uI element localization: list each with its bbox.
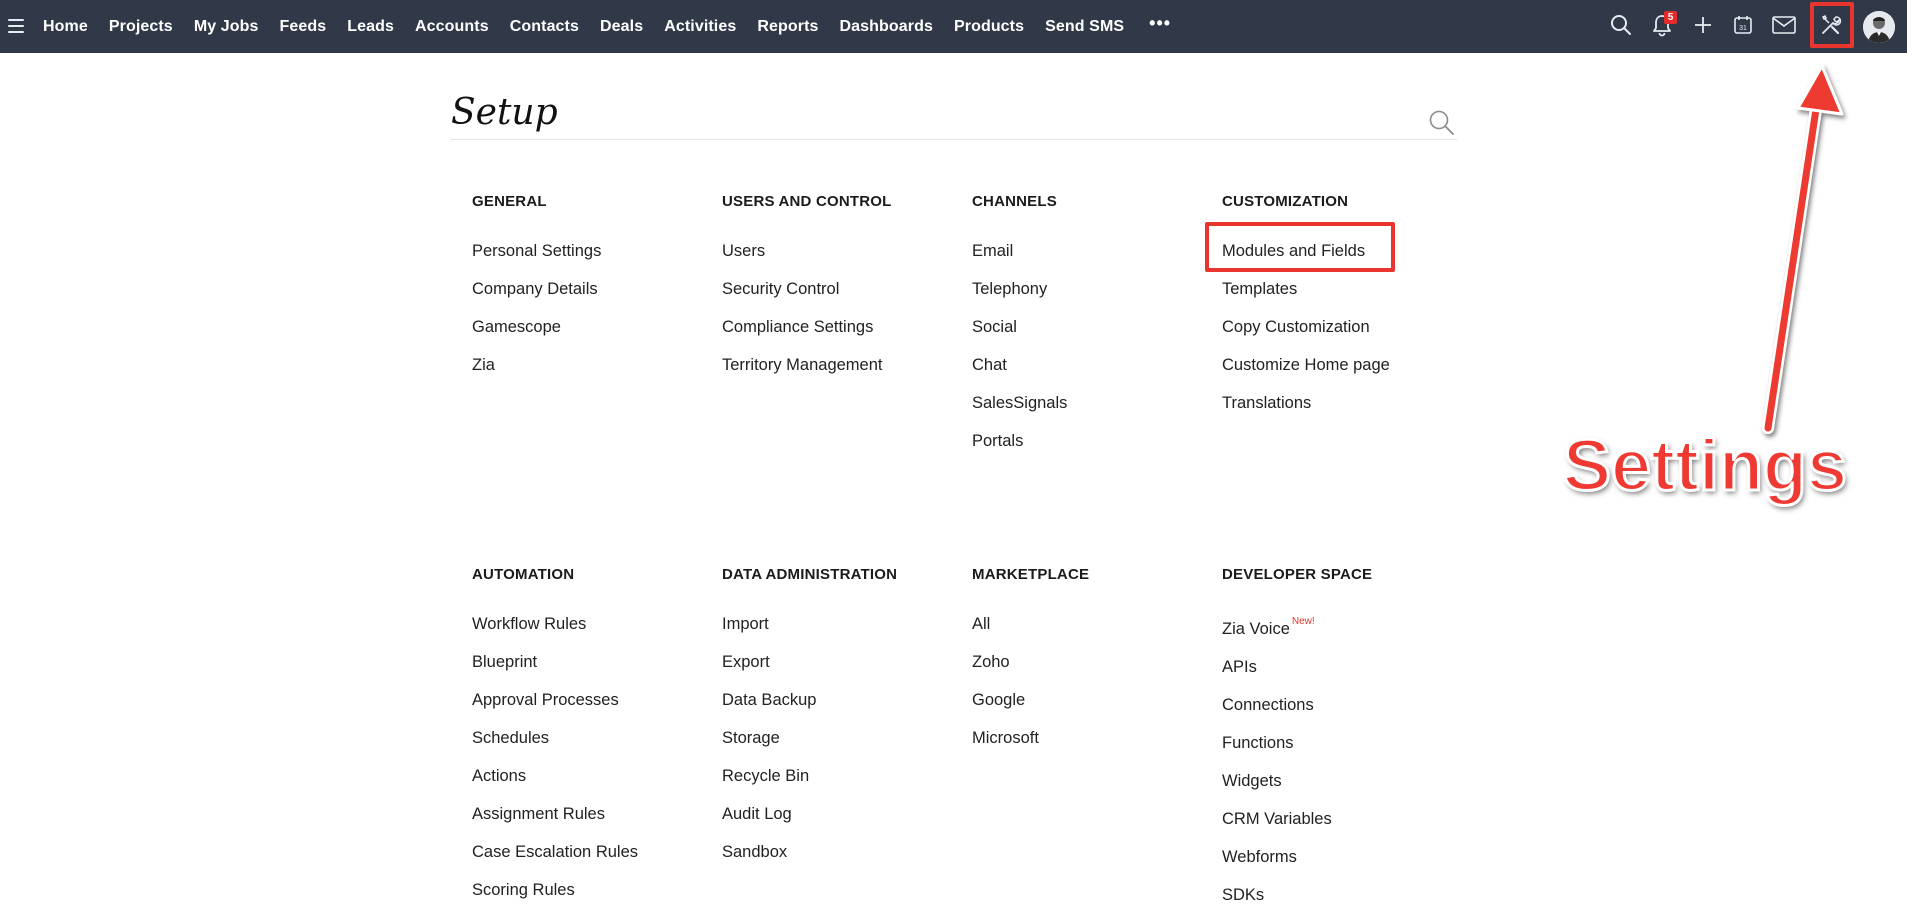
link-personal-settings[interactable]: Personal Settings — [472, 240, 601, 278]
section-heading: USERS AND CONTROL — [722, 193, 892, 210]
section-general: GENERAL Personal Settings Company Detail… — [472, 192, 601, 392]
link-apis[interactable]: APIs — [1222, 656, 1372, 694]
link-sandbox[interactable]: Sandbox — [722, 841, 897, 879]
nav-item-deals[interactable]: Deals — [600, 18, 643, 36]
mail-icon[interactable] — [1768, 9, 1800, 41]
setup-search-icon[interactable] — [1428, 109, 1456, 137]
link-crm-variables[interactable]: CRM Variables — [1222, 808, 1372, 846]
nav-item-home[interactable]: Home — [43, 18, 88, 36]
link-workflow-rules[interactable]: Workflow Rules — [472, 613, 638, 651]
section-heading: DEVELOPER SPACE — [1222, 566, 1373, 583]
search-icon[interactable] — [1605, 9, 1637, 41]
link-portals[interactable]: Portals — [972, 430, 1067, 468]
top-navigation-bar: Home Projects My Jobs Feeds Leads Accoun… — [0, 0, 1907, 53]
link-zoho[interactable]: Zoho — [972, 651, 1089, 689]
link-export[interactable]: Export — [722, 651, 897, 689]
section-marketplace: MARKETPLACE All Zoho Google Microsoft — [972, 565, 1089, 765]
link-copy-customization[interactable]: Copy Customization — [1222, 316, 1390, 354]
nav-item-products[interactable]: Products — [954, 18, 1024, 36]
link-telephony[interactable]: Telephony — [972, 278, 1067, 316]
settings-annotation-label: Settings — [1561, 425, 1848, 508]
link-sdks[interactable]: SDKs — [1222, 884, 1372, 911]
link-security-control[interactable]: Security Control — [722, 278, 892, 316]
link-email[interactable]: Email — [972, 240, 1067, 278]
section-heading: AUTOMATION — [472, 566, 575, 583]
main-nav: Home Projects My Jobs Feeds Leads Accoun… — [43, 0, 1171, 53]
nav-item-my-jobs[interactable]: My Jobs — [194, 18, 259, 36]
link-import[interactable]: Import — [722, 613, 897, 651]
settings-icon[interactable] — [1815, 9, 1847, 41]
link-users[interactable]: Users — [722, 240, 892, 278]
section-data-administration: DATA ADMINISTRATION Import Export Data B… — [722, 565, 897, 879]
link-connections[interactable]: Connections — [1222, 694, 1372, 732]
link-microsoft[interactable]: Microsoft — [972, 727, 1089, 765]
section-heading: MARKETPLACE — [972, 566, 1090, 583]
link-company-details[interactable]: Company Details — [472, 278, 601, 316]
link-zia-voice[interactable]: Zia Voice New! — [1222, 613, 1372, 656]
nav-item-projects[interactable]: Projects — [109, 18, 173, 36]
link-widgets[interactable]: Widgets — [1222, 770, 1372, 808]
calendar-day: 31 — [1739, 25, 1747, 32]
avatar[interactable] — [1863, 11, 1895, 43]
link-territory-management[interactable]: Territory Management — [722, 354, 892, 392]
link-data-backup[interactable]: Data Backup — [722, 689, 897, 727]
nav-item-contacts[interactable]: Contacts — [510, 18, 579, 36]
more-menu-icon[interactable]: ••• — [1149, 13, 1171, 34]
section-developer-space: DEVELOPER SPACE Zia Voice New! APIs Conne… — [1222, 565, 1372, 911]
section-customization: CUSTOMIZATION Modules and Fields Templat… — [1222, 192, 1390, 430]
section-heading: CHANNELS — [972, 193, 1057, 210]
section-heading: CUSTOMIZATION — [1222, 193, 1349, 210]
link-case-escalation-rules[interactable]: Case Escalation Rules — [472, 841, 638, 879]
link-approval-processes[interactable]: Approval Processes — [472, 689, 638, 727]
link-modules-and-fields[interactable]: Modules and Fields — [1222, 240, 1390, 278]
section-channels: CHANNELS Email Telephony Social Chat Sal… — [972, 192, 1067, 468]
link-customize-home-page[interactable]: Customize Home page — [1222, 354, 1390, 392]
nav-item-reports[interactable]: Reports — [757, 18, 818, 36]
link-actions[interactable]: Actions — [472, 765, 638, 803]
section-users-and-control: USERS AND CONTROL Users Security Control… — [722, 192, 892, 392]
hamburger-menu-icon[interactable] — [8, 15, 24, 37]
link-functions[interactable]: Functions — [1222, 732, 1372, 770]
nav-item-feeds[interactable]: Feeds — [280, 18, 327, 36]
nav-item-leads[interactable]: Leads — [347, 18, 394, 36]
nav-item-accounts[interactable]: Accounts — [415, 18, 489, 36]
link-social[interactable]: Social — [972, 316, 1067, 354]
notification-count-badge: 5 — [1664, 11, 1677, 24]
nav-item-send-sms[interactable]: Send SMS — [1045, 18, 1124, 36]
bell-icon[interactable]: 5 — [1646, 9, 1678, 41]
title-divider — [451, 139, 1457, 140]
section-heading: DATA ADMINISTRATION — [722, 566, 898, 583]
link-label: Zia Voice — [1222, 620, 1290, 638]
link-recycle-bin[interactable]: Recycle Bin — [722, 765, 897, 803]
section-automation: AUTOMATION Workflow Rules Blueprint Appr… — [472, 565, 638, 911]
link-google[interactable]: Google — [972, 689, 1089, 727]
link-chat[interactable]: Chat — [972, 354, 1067, 392]
link-audit-log[interactable]: Audit Log — [722, 803, 897, 841]
link-all[interactable]: All — [972, 613, 1089, 651]
link-webforms[interactable]: Webforms — [1222, 846, 1372, 884]
nav-item-dashboards[interactable]: Dashboards — [840, 18, 933, 36]
link-salessignals[interactable]: SalesSignals — [972, 392, 1067, 430]
link-templates[interactable]: Templates — [1222, 278, 1390, 316]
link-schedules[interactable]: Schedules — [472, 727, 638, 765]
link-translations[interactable]: Translations — [1222, 392, 1390, 430]
link-blueprint[interactable]: Blueprint — [472, 651, 638, 689]
page-title: Setup — [451, 92, 558, 133]
calendar-icon[interactable]: 31 — [1727, 9, 1759, 41]
link-assignment-rules[interactable]: Assignment Rules — [472, 803, 638, 841]
link-gamescope[interactable]: Gamescope — [472, 316, 601, 354]
new-badge: New! — [1291, 616, 1315, 627]
nav-item-activities[interactable]: Activities — [664, 18, 736, 36]
link-compliance-settings[interactable]: Compliance Settings — [722, 316, 892, 354]
plus-icon[interactable] — [1687, 9, 1719, 41]
section-heading: GENERAL — [472, 193, 547, 210]
link-scoring-rules[interactable]: Scoring Rules — [472, 879, 638, 911]
annotation-arrow — [1762, 64, 1844, 434]
link-zia[interactable]: Zia — [472, 354, 601, 392]
link-storage[interactable]: Storage — [722, 727, 897, 765]
